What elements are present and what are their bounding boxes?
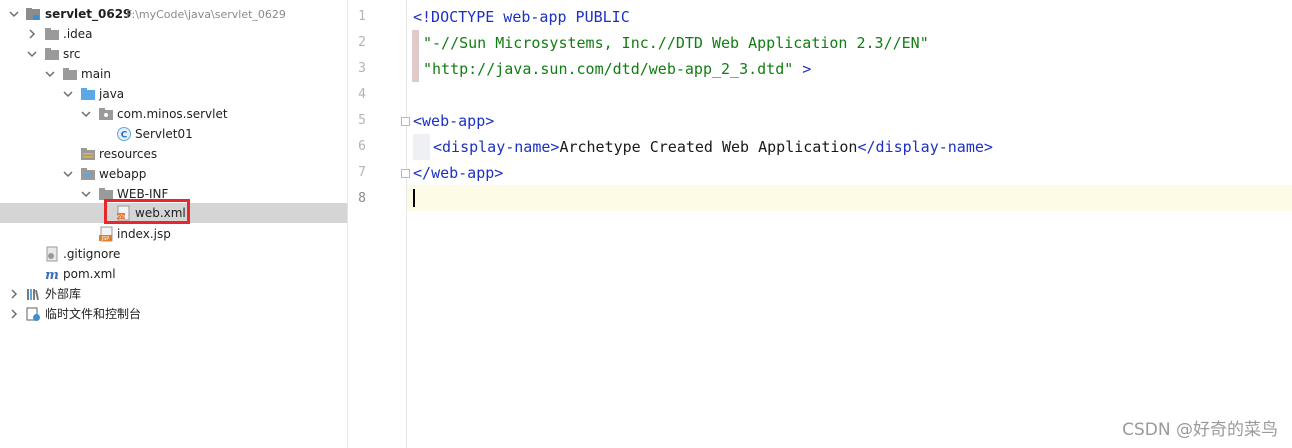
chevron-right-icon[interactable]	[8, 307, 20, 321]
line-number: 2	[358, 35, 366, 50]
tree-label-java: java	[99, 87, 125, 101]
line-number-current: 8	[358, 191, 366, 206]
folder-icon	[63, 68, 77, 80]
line-number-gutter: 1 2 3 4 5 6 7 8	[348, 0, 407, 448]
chevron-down-icon[interactable]	[80, 187, 92, 201]
class-icon: C	[117, 127, 131, 141]
chevron-down-icon[interactable]	[8, 7, 20, 21]
tree-label-scratches: 临时文件和控制台	[45, 307, 142, 321]
ignore-file-icon	[46, 246, 58, 262]
tree-label-webapp: webapp	[99, 167, 147, 181]
fold-marker-icon[interactable]	[401, 169, 410, 178]
tree-row-package[interactable]: com.minos.servlet	[0, 104, 347, 124]
chevron-down-icon[interactable]	[26, 47, 38, 61]
tag-bracket: <	[433, 138, 443, 156]
tree-label-resources: resources	[99, 147, 158, 161]
system-id-string: "http://java.sun.com/dtd/web-app_2_3.dtd…	[423, 60, 794, 78]
tree-label-package: com.minos.servlet	[117, 107, 228, 121]
indent-guide	[413, 134, 430, 160]
scratches-icon	[26, 307, 40, 321]
svg-text:JSP: JSP	[101, 236, 110, 242]
library-icon	[27, 289, 40, 301]
tree-row-src[interactable]: src	[0, 44, 347, 64]
folder-icon	[45, 48, 59, 60]
module-folder-icon	[26, 8, 40, 20]
tree-row-index-jsp[interactable]: JSP index.jsp	[0, 224, 347, 244]
tree-row-external-libs[interactable]: 外部库	[0, 284, 347, 304]
highlight-box	[104, 199, 190, 224]
line-number: 5	[358, 113, 366, 128]
display-name-text: Archetype Created Web Application	[559, 138, 858, 156]
tag-name: web-app	[431, 164, 495, 182]
chevron-right-icon[interactable]	[26, 27, 38, 41]
tag-name: display-name	[442, 138, 551, 156]
resources-root-icon	[81, 148, 95, 160]
code-editor[interactable]: <!DOCTYPE web-app PUBLIC "-//Sun Microsy…	[401, 0, 1292, 448]
tree-label-external-libs: 外部库	[45, 287, 82, 301]
tree-label-index-jsp: index.jsp	[117, 227, 171, 241]
line-number: 6	[358, 139, 366, 154]
code-line-7: </web-app>	[413, 160, 503, 186]
doctype-declaration: <!DOCTYPE web-app PUBLIC	[413, 8, 630, 26]
tree-row-main[interactable]: main	[0, 64, 347, 84]
svg-text:C: C	[121, 131, 128, 141]
svg-text:m: m	[45, 268, 59, 282]
chevron-down-icon[interactable]	[62, 167, 74, 181]
tree-row-resources[interactable]: resources	[0, 144, 347, 164]
tree-row-pom[interactable]: m pom.xml	[0, 264, 347, 284]
tree-label-servlet01: Servlet01	[135, 127, 193, 141]
fold-marker-icon[interactable]	[401, 117, 410, 126]
line-number: 1	[358, 9, 366, 24]
code-line-3: "http://java.sun.com/dtd/web-app_2_3.dtd…	[423, 56, 811, 82]
folder-icon	[45, 28, 59, 40]
tag-bracket: >	[983, 138, 993, 156]
tag-bracket: >	[485, 112, 495, 130]
project-tree-panel: servlet_0629 F:\myCode\java\servlet_0629…	[0, 0, 348, 448]
tag-bracket: <	[413, 112, 423, 130]
line-number: 4	[358, 87, 366, 102]
project-root-path: F:\myCode\java\servlet_0629	[126, 8, 286, 21]
tag-bracket: </	[857, 138, 876, 156]
code-line-5: <web-app>	[413, 108, 494, 134]
chevron-down-icon[interactable]	[80, 107, 92, 121]
current-line-highlight	[407, 185, 1292, 211]
tree-row-webapp[interactable]: webapp	[0, 164, 347, 184]
tree-row-root[interactable]: servlet_0629 F:\myCode\java\servlet_0629	[0, 4, 347, 24]
project-root-name: servlet_0629	[45, 7, 132, 21]
code-line-1: <!DOCTYPE web-app PUBLIC	[413, 4, 630, 30]
web-folder-icon	[81, 168, 95, 180]
watermark-text: CSDN @好奇的菜鸟	[1122, 420, 1278, 440]
string-gutter-mark	[412, 30, 419, 56]
source-root-icon	[81, 88, 95, 100]
tree-row-java[interactable]: java	[0, 84, 347, 104]
tree-row-scratches[interactable]: 临时文件和控制台	[0, 304, 347, 324]
doctype-end: >	[793, 60, 812, 78]
line-number: 3	[358, 61, 366, 76]
tree-label-src: src	[63, 47, 81, 61]
text-caret	[413, 189, 415, 207]
tree-label-gitignore: .gitignore	[63, 247, 121, 261]
public-id-string: "-//Sun Microsystems, Inc.//DTD Web Appl…	[423, 34, 929, 52]
tag-name: display-name	[875, 138, 984, 156]
tree-label-main: main	[81, 67, 111, 81]
chevron-down-icon[interactable]	[62, 87, 74, 101]
tag-bracket: >	[494, 164, 504, 182]
tree-label-idea: .idea	[63, 27, 93, 41]
code-line-2: "-//Sun Microsystems, Inc.//DTD Web Appl…	[423, 30, 929, 56]
tree-row-idea[interactable]: .idea	[0, 24, 347, 44]
jsp-file-icon: JSP	[99, 226, 113, 242]
code-line-6: <display-name>Archetype Created Web Appl…	[433, 134, 993, 160]
tree-label-pom: pom.xml	[63, 267, 116, 281]
tag-name: web-app	[422, 112, 486, 130]
package-icon	[99, 108, 113, 120]
maven-icon: m	[45, 268, 59, 282]
tree-row-servlet01[interactable]: C Servlet01	[0, 124, 347, 144]
chevron-right-icon[interactable]	[8, 287, 20, 301]
string-gutter-mark	[412, 56, 419, 82]
chevron-down-icon[interactable]	[44, 67, 56, 81]
tag-bracket: </	[413, 164, 432, 182]
tree-row-gitignore[interactable]: .gitignore	[0, 244, 347, 264]
line-number: 7	[358, 165, 366, 180]
